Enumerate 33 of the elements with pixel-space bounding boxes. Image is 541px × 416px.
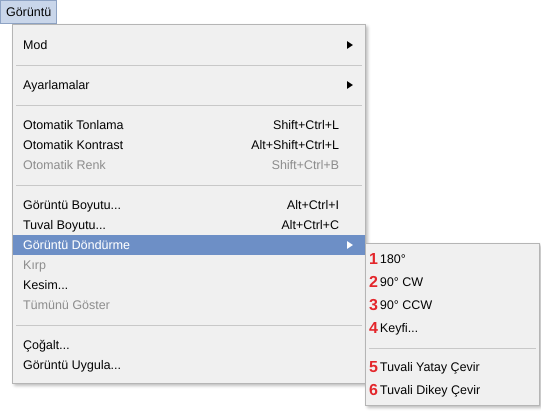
menu-item[interactable]: Otomatik Tonlama Shift+Ctrl+L [13, 115, 365, 135]
submenu-label: Keyfi... [380, 320, 418, 338]
menu-item[interactable]: Ayarlamalar [13, 75, 365, 95]
submenu-item[interactable]: 6Tuvali Dikey Çevir [366, 379, 539, 402]
submenu-label: 90° CCW [380, 297, 432, 314]
submenu-item[interactable]: 2 90° CW [366, 271, 539, 294]
menu-item[interactable]: Otomatik Kontrast Alt+Shift+Ctrl+L [13, 135, 365, 155]
step-number: 2 [369, 272, 378, 292]
step-number: 5 [369, 358, 378, 378]
submenu-label: 180° [380, 251, 406, 268]
shortcut-label: Shift+Ctrl+L [272, 116, 339, 134]
menu-item[interactable]: Mod [13, 35, 365, 55]
step-number: 6 [369, 380, 378, 400]
submenu-label: 90° CW [380, 274, 424, 292]
shortcut-label: Alt+Ctrl+C [281, 216, 339, 234]
menu-item[interactable]: Görüntü Boyutu... Alt+Ctrl+I [13, 195, 365, 215]
step-number: 3 [369, 296, 378, 316]
step-number: 1 [369, 250, 378, 270]
submenu-item[interactable]: 1 180° [366, 248, 539, 271]
shortcut-label: Shift+Ctrl+B [272, 156, 339, 174]
menu-item[interactable]: Çoğalt... [13, 335, 365, 355]
step-number: 4 [369, 318, 378, 338]
submenu-item[interactable]: 5Tuvali Yatay Çevir [366, 356, 539, 379]
menu-bar-tab[interactable]: Görüntü [0, 0, 58, 24]
submenu-item[interactable]: 3 90° CCW [366, 294, 539, 317]
menu-item[interactable]: Kesim... [13, 275, 365, 295]
submenu-item[interactable]: 4Keyfi... [366, 317, 539, 340]
menu-item[interactable]: Tuval Boyutu... Alt+Ctrl+C [13, 215, 365, 235]
shortcut-label: Alt+Ctrl+I [286, 196, 339, 214]
submenu-label: Tuvali Yatay Çevir [380, 359, 480, 376]
submenu-label: Tuvali Dikey Çevir [380, 382, 480, 400]
menu-item[interactable]: Görüntü Uygula... [13, 355, 365, 375]
shortcut-label: Alt+Shift+Ctrl+L [251, 136, 339, 154]
